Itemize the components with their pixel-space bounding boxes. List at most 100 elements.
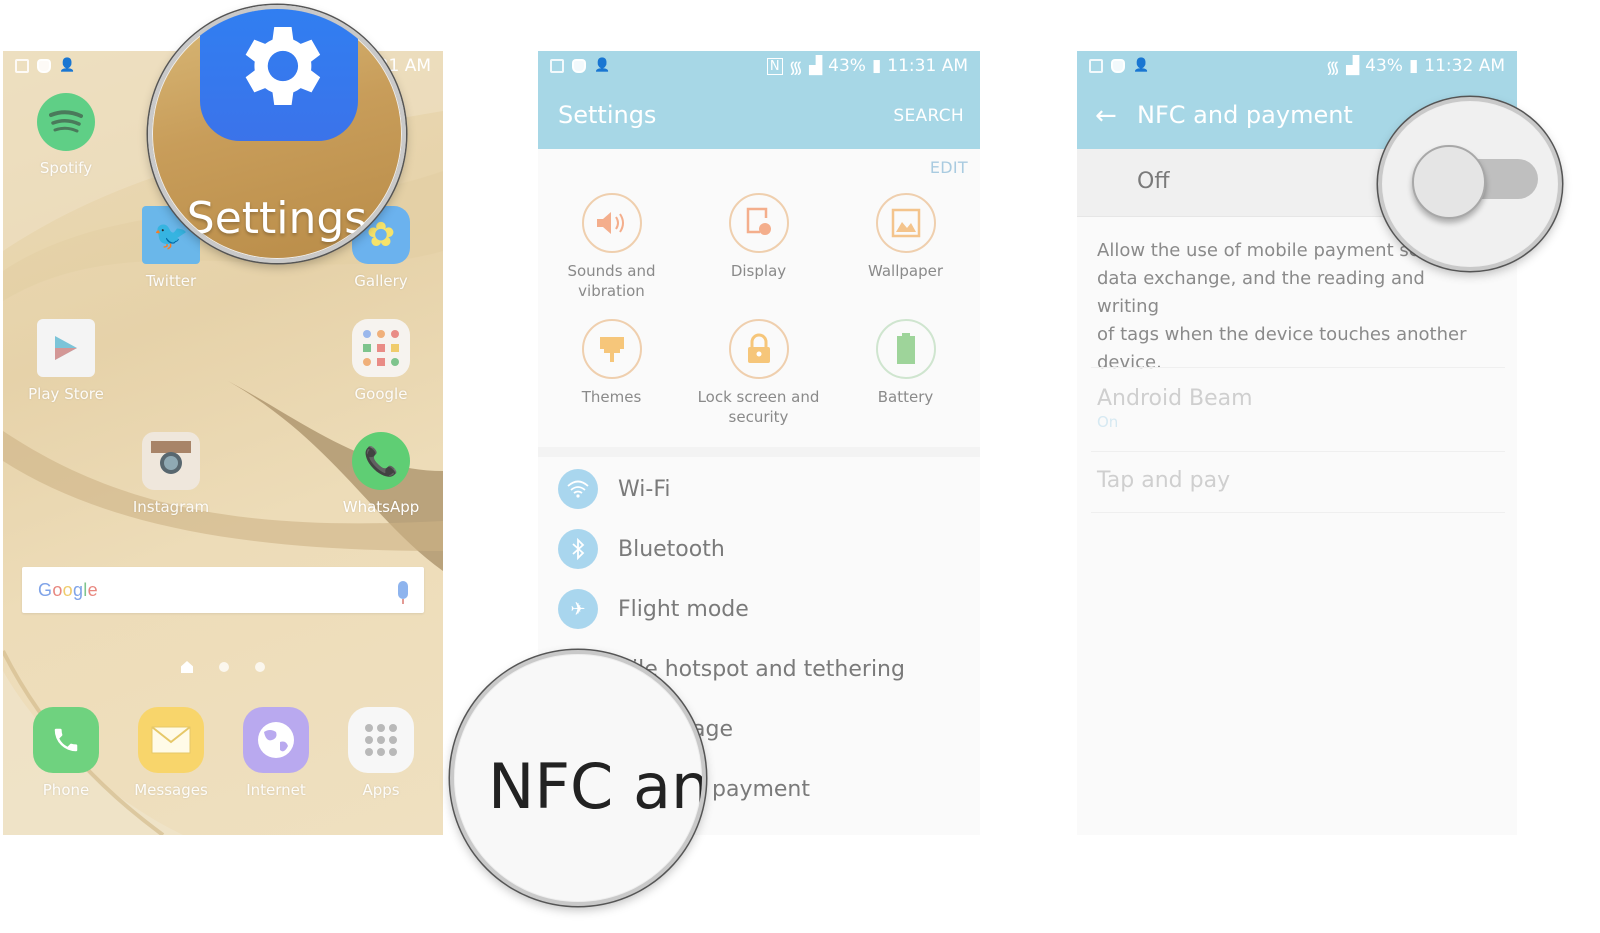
description-line: of tags when the device touches another [1097, 324, 1467, 345]
spotify-icon [37, 93, 95, 151]
description-line: data exchange, and the reading and writi… [1097, 268, 1425, 317]
app-play-store[interactable]: Play Store [11, 319, 121, 403]
list-item-label: bile hotspot and tethering [618, 656, 905, 682]
settings-app-label: Settings [186, 193, 368, 244]
settings-app-bar: 👤 N ᯾ ▟ 43% ▮ 11:31 AM Settings SEARCH [538, 51, 980, 149]
list-item-wifi[interactable]: Wi-Fi [538, 459, 980, 519]
page-indicator [3, 661, 443, 673]
app-instagram[interactable]: Instagram [116, 432, 226, 516]
person-add-icon: 👤 [1133, 58, 1150, 73]
gallery-icon [1089, 59, 1103, 73]
dock-phone[interactable]: Phone [11, 707, 121, 799]
microphone-icon[interactable] [398, 581, 408, 604]
signal-icon: ▟ [809, 56, 823, 76]
home-page-indicator-icon[interactable] [181, 661, 193, 673]
app-label: Messages [134, 781, 208, 799]
bluetooth-icon [558, 529, 598, 569]
nfc-toggle-switch[interactable] [1412, 145, 1540, 219]
dock-internet[interactable]: Internet [221, 707, 331, 799]
toggle-thumb [1412, 145, 1486, 219]
whatsapp-icon: 📞 [352, 432, 410, 490]
google-search-bar[interactable]: Google [22, 567, 424, 613]
battery-percent: 43% [828, 56, 866, 76]
mail-icon [572, 59, 586, 73]
page-title: Settings [558, 101, 657, 129]
back-arrow-icon[interactable]: ← [1095, 101, 1117, 131]
apps-grid-icon [348, 707, 414, 773]
list-item-bluetooth[interactable]: Bluetooth [538, 519, 980, 579]
gallery-icon [15, 59, 29, 73]
search-button[interactable]: SEARCH [893, 106, 964, 126]
globe-icon [243, 707, 309, 773]
battery-icon: ▮ [871, 56, 882, 76]
app-label: Spotify [39, 159, 93, 177]
wallpaper-icon [875, 193, 936, 253]
list-item-label: Wi-Fi [618, 476, 671, 502]
battery-icon: ▮ [1408, 56, 1419, 76]
page-dot[interactable] [219, 662, 229, 672]
settings-gear-icon [200, 9, 358, 141]
list-item-label: Flight mode [618, 596, 749, 622]
app-label: Play Store [28, 385, 104, 403]
tile-label: Lock screen and security [697, 388, 820, 426]
app-spotify[interactable]: Spotify [11, 93, 121, 177]
tile-wallpaper[interactable]: Wallpaper [832, 193, 979, 301]
magnifier-nfc-and-payment[interactable]: NFC and [450, 650, 706, 906]
gallery-icon [550, 59, 564, 73]
phone-icon [33, 707, 99, 773]
lock-icon [728, 319, 789, 379]
list-item-label: payment [712, 776, 811, 802]
app-google-folder[interactable]: Google [326, 319, 436, 403]
tile-label: Themes [581, 388, 642, 406]
option-tap-and-pay[interactable]: Tap and pay [1091, 451, 1505, 513]
google-folder-icon [352, 319, 410, 377]
tile-themes[interactable]: Themes [538, 319, 685, 427]
edit-button[interactable]: EDIT [930, 158, 968, 177]
tile-battery[interactable]: Battery [832, 319, 979, 427]
page-title: NFC and payment [1137, 101, 1353, 129]
mail-icon [37, 59, 51, 73]
status-time: 11:32 AM [1424, 56, 1505, 76]
switch-state-label: Off [1137, 169, 1170, 194]
google-logo: Google [38, 579, 98, 600]
tile-lock-screen-and-security[interactable]: Lock screen and security [685, 319, 832, 427]
tile-label: Sounds and vibration [567, 262, 656, 300]
battery-icon [875, 319, 936, 379]
app-label: Internet [246, 781, 306, 799]
dock-messages[interactable]: Messages [116, 707, 226, 799]
list-item-flight-mode[interactable]: ✈ Flight mode [538, 579, 980, 639]
messages-icon [138, 707, 204, 773]
option-status: On [1097, 413, 1119, 431]
app-label: Phone [42, 781, 90, 799]
dock-apps[interactable]: Apps [326, 707, 436, 799]
display-icon [728, 193, 789, 253]
app-label: WhatsApp [342, 498, 420, 516]
tile-display[interactable]: Display [685, 193, 832, 301]
app-label: Twitter [145, 272, 197, 290]
app-label: Apps [362, 781, 400, 799]
tile-sounds-and-vibration[interactable]: Sounds and vibration [538, 193, 685, 301]
paint-brush-icon [581, 319, 642, 379]
list-item-label: Bluetooth [618, 536, 725, 562]
quick-settings-grid: Sounds and vibration Display Wallpaper T… [538, 193, 980, 427]
tile-label: Display [730, 262, 787, 280]
app-label: Google [354, 385, 408, 403]
nfc-icon: N [766, 57, 783, 75]
speaker-icon [581, 193, 642, 253]
magnifier-nfc-toggle[interactable] [1378, 97, 1562, 271]
app-label: Instagram [132, 498, 210, 516]
mail-icon [1111, 59, 1125, 73]
tile-label: Battery [877, 388, 934, 406]
play-store-icon [37, 319, 95, 377]
page-dot[interactable] [255, 662, 265, 672]
instagram-icon [142, 432, 200, 490]
magnifier-settings-app[interactable]: Settings [148, 5, 406, 263]
status-bar: 👤 ᯾ ▟ 43% ▮ 11:32 AM [1077, 51, 1517, 81]
option-android-beam[interactable]: Android Beam On [1091, 367, 1505, 451]
airplane-icon: ✈ [558, 589, 598, 629]
status-bar: 👤 N ᯾ ▟ 43% ▮ 11:31 AM [538, 51, 980, 81]
app-whatsapp[interactable]: 📞 WhatsApp [326, 432, 436, 516]
battery-percent: 43% [1365, 56, 1403, 76]
status-time: 11:31 AM [887, 56, 968, 76]
signal-icon: ▟ [1346, 56, 1360, 76]
